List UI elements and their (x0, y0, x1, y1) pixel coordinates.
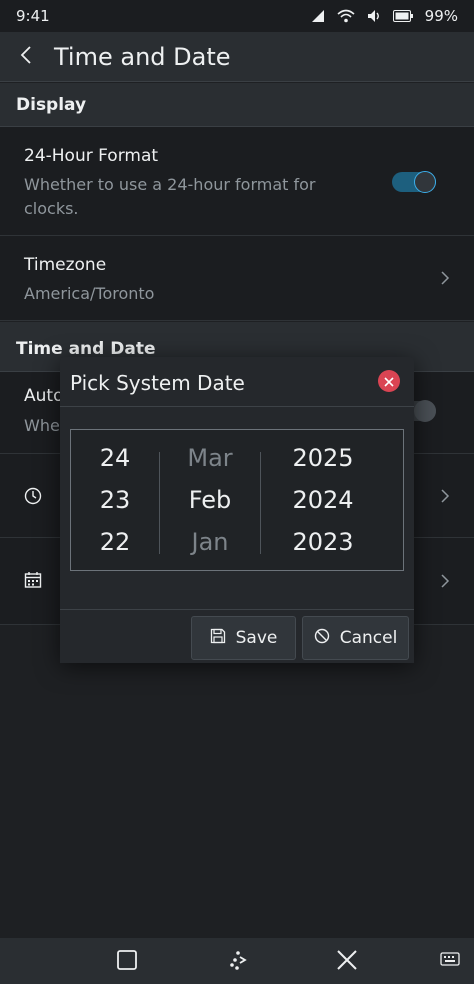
row-title: Timezone (24, 255, 107, 275)
close-button[interactable] (378, 370, 400, 392)
day-option-selected[interactable]: 23 (100, 486, 131, 514)
year-option[interactable]: 2023 (292, 528, 353, 556)
keyboard-icon[interactable] (440, 952, 460, 972)
signal-icon (311, 9, 325, 23)
home-button[interactable] (226, 949, 248, 975)
day-option[interactable]: 24 (100, 444, 131, 472)
month-option[interactable]: Mar (187, 444, 232, 472)
clock-icon (24, 487, 42, 509)
close-app-button[interactable] (336, 949, 358, 975)
cancel-icon (314, 628, 330, 649)
page-header: Time and Date (0, 32, 474, 82)
chevron-right-icon (440, 488, 450, 508)
pick-date-dialog: Pick System Date 24 23 22 Mar Feb Jan 20… (60, 357, 414, 663)
month-option[interactable]: Jan (192, 528, 229, 556)
navigation-bar (0, 938, 474, 984)
save-button[interactable]: Save (191, 616, 296, 660)
empty-area (0, 626, 474, 938)
24-hour-toggle[interactable] (392, 171, 436, 193)
page-title: Time and Date (54, 42, 231, 71)
battery-icon (392, 10, 413, 22)
cancel-label: Cancel (339, 628, 398, 648)
row-subtitle: Whe (24, 416, 60, 435)
chevron-right-icon (440, 573, 450, 593)
battery-percent: 99% (424, 7, 458, 25)
row-title: Auto (24, 386, 64, 406)
back-button[interactable] (0, 32, 52, 82)
save-label: Save (235, 628, 278, 648)
row-timezone[interactable]: Timezone America/Toronto (0, 236, 474, 321)
chevron-right-icon (440, 270, 450, 290)
row-24-hour-format[interactable]: 24-Hour Format Whether to use a 24-hour … (0, 127, 474, 236)
year-option-selected[interactable]: 2024 (292, 486, 353, 514)
divider (60, 406, 414, 407)
chevron-left-icon (20, 45, 32, 69)
row-subtitle-line1: Whether to use a 24-hour format for (24, 175, 316, 194)
status-time: 9:41 (16, 7, 50, 25)
save-icon (210, 628, 226, 649)
cancel-button[interactable]: Cancel (302, 616, 409, 660)
overview-button[interactable] (116, 949, 138, 975)
row-title: 24-Hour Format (24, 146, 159, 166)
year-column[interactable]: 2025 2024 2023 (261, 430, 385, 570)
date-picker: 24 23 22 Mar Feb Jan 2025 2024 2023 (70, 429, 404, 571)
wifi-icon (337, 9, 355, 23)
section-display: Display (0, 83, 474, 127)
dialog-title: Pick System Date (70, 371, 245, 395)
month-option-selected[interactable]: Feb (189, 486, 232, 514)
day-column[interactable]: 24 23 22 (71, 430, 159, 570)
row-subtitle-line2: clocks. (24, 199, 79, 218)
close-icon (384, 372, 394, 391)
status-bar: 9:41 99% (0, 0, 474, 32)
row-value: America/Toronto (24, 284, 155, 303)
day-option[interactable]: 22 (100, 528, 131, 556)
month-column[interactable]: Mar Feb Jan (160, 430, 260, 570)
volume-icon (367, 9, 381, 23)
year-option[interactable]: 2025 (292, 444, 353, 472)
calendar-icon (24, 571, 42, 593)
dialog-footer: Save Cancel (60, 609, 414, 663)
